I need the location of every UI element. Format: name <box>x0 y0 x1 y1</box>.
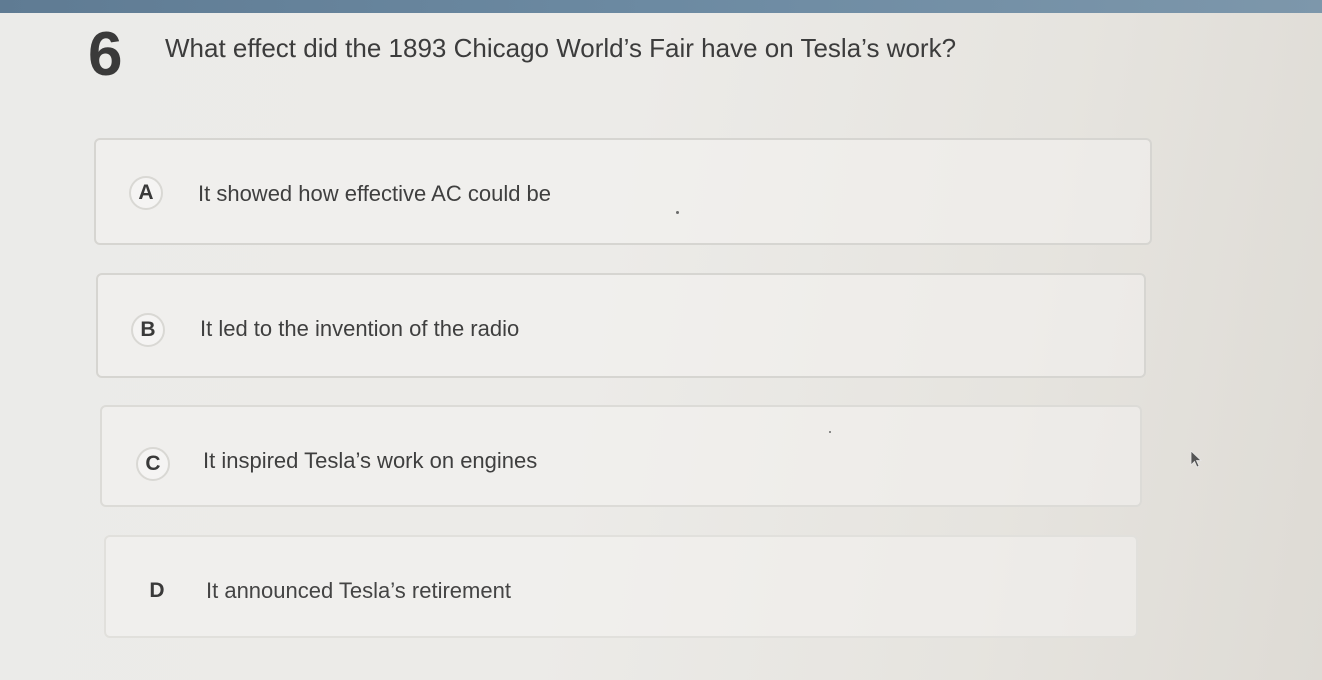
question-number: 6 <box>88 20 123 89</box>
question-text: What effect did the 1893 Chicago World’s… <box>165 33 957 63</box>
answer-option-c[interactable]: C It inspired Tesla’s work on engines <box>100 405 1142 507</box>
answer-option-d[interactable]: D It announced Tesla’s retirement <box>104 535 1138 638</box>
option-text-b: It led to the invention of the radio <box>200 316 520 341</box>
option-letter-a: A <box>129 176 163 210</box>
top-bar <box>0 0 1322 13</box>
option-text-a: It showed how effective AC could be <box>198 181 552 206</box>
option-text-c: It inspired Tesla’s work on engines <box>203 448 538 473</box>
screen-speck <box>676 211 679 214</box>
answer-option-a[interactable]: A It showed how effective AC could be <box>94 138 1152 245</box>
answer-option-b[interactable]: B It led to the invention of the radio <box>96 273 1146 378</box>
option-letter-d: D <box>149 579 165 602</box>
mouse-pointer-icon <box>1190 450 1203 468</box>
option-letter-b: B <box>131 313 165 347</box>
option-letter-c: C <box>136 447 170 481</box>
screen-speck <box>829 431 831 433</box>
option-text-d: It announced Tesla’s retirement <box>206 578 511 603</box>
